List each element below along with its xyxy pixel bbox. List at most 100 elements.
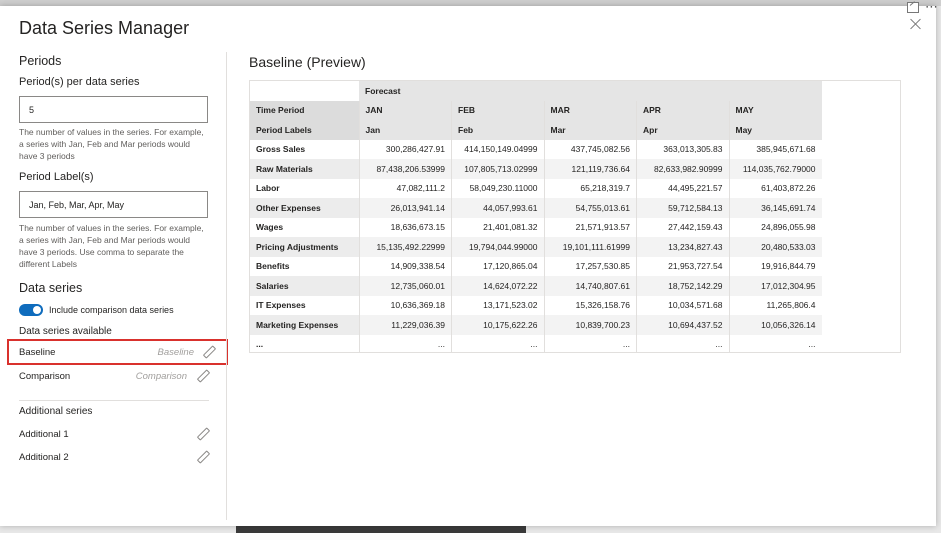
table-cell: 10,839,700.23: [543, 315, 637, 335]
table-group-header-row: Forecast: [250, 81, 822, 101]
table-cell: 58,049,230.11000: [451, 178, 544, 198]
period-label-cell: Mar: [543, 120, 637, 140]
table-cell: ...: [543, 334, 637, 352]
row-label: ...: [256, 339, 264, 350]
table-cell: ...: [358, 334, 452, 352]
table-row: Benefits 14,909,338.54 17,120,865.04 17,257…: [250, 256, 822, 276]
table-row: Salaries 12,735,060.01 14,624,072.22 14,740…: [250, 276, 822, 296]
data-series-heading: Data series: [19, 281, 83, 295]
table-cell: 47,082,111.2: [358, 178, 452, 198]
periods-per-series-help: The number of values in the series. For …: [19, 127, 204, 161]
row-label: Pricing Adjustments: [250, 237, 359, 257]
table-cell: 437,745,082.56: [543, 139, 637, 159]
table-cell: 14,624,072.22: [451, 276, 544, 296]
preview-title: Baseline (Preview): [249, 54, 366, 70]
table-cell: 19,916,844.79: [728, 256, 822, 276]
table-cell: 107,805,713.02999: [451, 159, 544, 179]
series-item-name: Baseline: [19, 346, 56, 358]
more-options-icon[interactable]: ⋯: [925, 0, 939, 13]
edit-pencil-icon[interactable]: [203, 346, 214, 357]
column-header: MAY: [728, 100, 822, 120]
table-row: Labor 47,082,111.2 58,049,230.11000 65,218,…: [250, 178, 822, 198]
additional-series-heading: Additional series: [19, 406, 93, 417]
row-label: Gross Sales: [256, 144, 306, 155]
table-cell: ...: [728, 334, 822, 352]
row-label: Benefits: [256, 261, 290, 272]
dialog-title: Data Series Manager: [19, 18, 190, 38]
table-cell: 54,755,013.61: [543, 198, 637, 218]
column-header: JAN: [358, 100, 452, 120]
table-cell: 36,145,691.74: [728, 198, 822, 218]
comparison-toggle-row: Include comparison data series: [19, 304, 174, 316]
table-cell: 19,101,111.61999: [543, 237, 637, 257]
table-cell: 17,257,530.85: [543, 256, 637, 276]
column-header: FEB: [451, 100, 544, 120]
series-item-comparison[interactable]: Comparison Comparison: [19, 365, 209, 387]
row-label: Labor: [256, 183, 280, 194]
edit-pencil-icon[interactable]: [197, 428, 208, 439]
data-series-manager-dialog: Data Series Manager Periods Period(s) pe…: [0, 6, 936, 526]
table-cell: 385,945,671.68: [728, 139, 822, 159]
table-cell: 21,953,727.54: [636, 256, 729, 276]
series-item-name: Additional 2: [19, 451, 69, 463]
period-labels-help: The number of values in the series. For …: [19, 223, 204, 269]
row-label: IT Expenses: [256, 300, 306, 311]
series-item-alias: Comparison: [135, 370, 187, 382]
table-cell: 44,057,993.61: [451, 198, 544, 218]
row-label: Wages: [256, 222, 284, 233]
table-cell: 44,495,221.57: [636, 178, 729, 198]
table-cell: 10,056,326.14: [728, 315, 822, 335]
table-row: Gross Sales 300,286,427.91 414,150,149.049…: [250, 139, 822, 159]
column-header: APR: [636, 100, 729, 120]
series-item-name: Additional 1: [19, 428, 69, 440]
table-cell: 10,636,369.18: [358, 295, 452, 315]
periods-heading: Periods: [19, 54, 62, 68]
panel-divider: [226, 52, 227, 520]
table-cell: 19,794,044.99000: [451, 237, 544, 257]
table-cell: 15,135,492.22999: [358, 237, 452, 257]
table-cell: 363,013,305.83: [636, 139, 729, 159]
preview-table-container: Forecast Time Period JAN FEB MAR APR MAY…: [249, 80, 901, 353]
table-cell: 82,633,982.90999: [636, 159, 729, 179]
edit-pencil-icon[interactable]: [197, 451, 208, 462]
table-cell: 14,909,338.54: [358, 256, 452, 276]
table-cell: 24,896,055.98: [728, 217, 822, 237]
row-label: Marketing Expenses: [250, 315, 359, 335]
table-cell: ...: [451, 334, 544, 352]
table-cell: 27,442,159.43: [636, 217, 729, 237]
series-available-label: Data series available: [19, 326, 112, 337]
table-cell: 18,636,673.15: [358, 217, 452, 237]
table-cell: 59,712,584.13: [636, 198, 729, 218]
table-row: IT Expenses 10,636,369.18 13,171,523.02 15,…: [250, 295, 822, 315]
periods-per-series-input[interactable]: 5: [19, 96, 208, 123]
series-item-baseline[interactable]: Baseline Baseline: [7, 339, 228, 365]
table-row: ..................: [250, 334, 822, 352]
table-cell: 61,403,872.26: [728, 178, 822, 198]
table-row: Raw Materials 87,438,206.53999 107,805,713…: [250, 159, 822, 179]
period-labels-input[interactable]: Jan, Feb, Mar, Apr, May: [19, 191, 208, 218]
row-label: Salaries: [250, 276, 359, 296]
table-row: Other Expenses 26,013,941.14 44,057,993.61…: [250, 198, 822, 218]
period-labels-label: Period Labels: [250, 120, 359, 140]
period-labels-row: Period Labels Jan Feb Mar Apr May: [250, 120, 822, 140]
table-cell: 10,034,571.68: [636, 295, 729, 315]
table-row: Marketing Expenses 11,229,036.39 10,175,62…: [250, 315, 822, 335]
comparison-toggle[interactable]: [19, 304, 43, 316]
table-cell: 11,265,806.4: [728, 295, 822, 315]
visual-header-icons: ⋯: [907, 0, 939, 14]
period-label-cell: Jan: [358, 120, 452, 140]
series-item-additional-1[interactable]: Additional 1: [19, 423, 209, 445]
table-cell: 11,229,036.39: [358, 315, 452, 335]
table-cell: 13,234,827.43: [636, 237, 729, 257]
table-cell: 300,286,427.91: [358, 139, 452, 159]
table-cell: 87,438,206.53999: [358, 159, 452, 179]
row-label: Raw Materials: [250, 159, 359, 179]
table-row: Wages 18,636,673.15 21,401,081.32 21,571,91…: [250, 217, 822, 237]
group-header-forecast: Forecast: [359, 81, 822, 101]
edit-pencil-icon[interactable]: [197, 370, 208, 381]
series-item-additional-2[interactable]: Additional 2: [19, 446, 209, 468]
table-cell: 65,218,319.7: [543, 178, 637, 198]
series-item-alias: Baseline: [157, 346, 194, 358]
focus-mode-icon[interactable]: [907, 1, 919, 13]
close-icon[interactable]: [910, 18, 922, 30]
